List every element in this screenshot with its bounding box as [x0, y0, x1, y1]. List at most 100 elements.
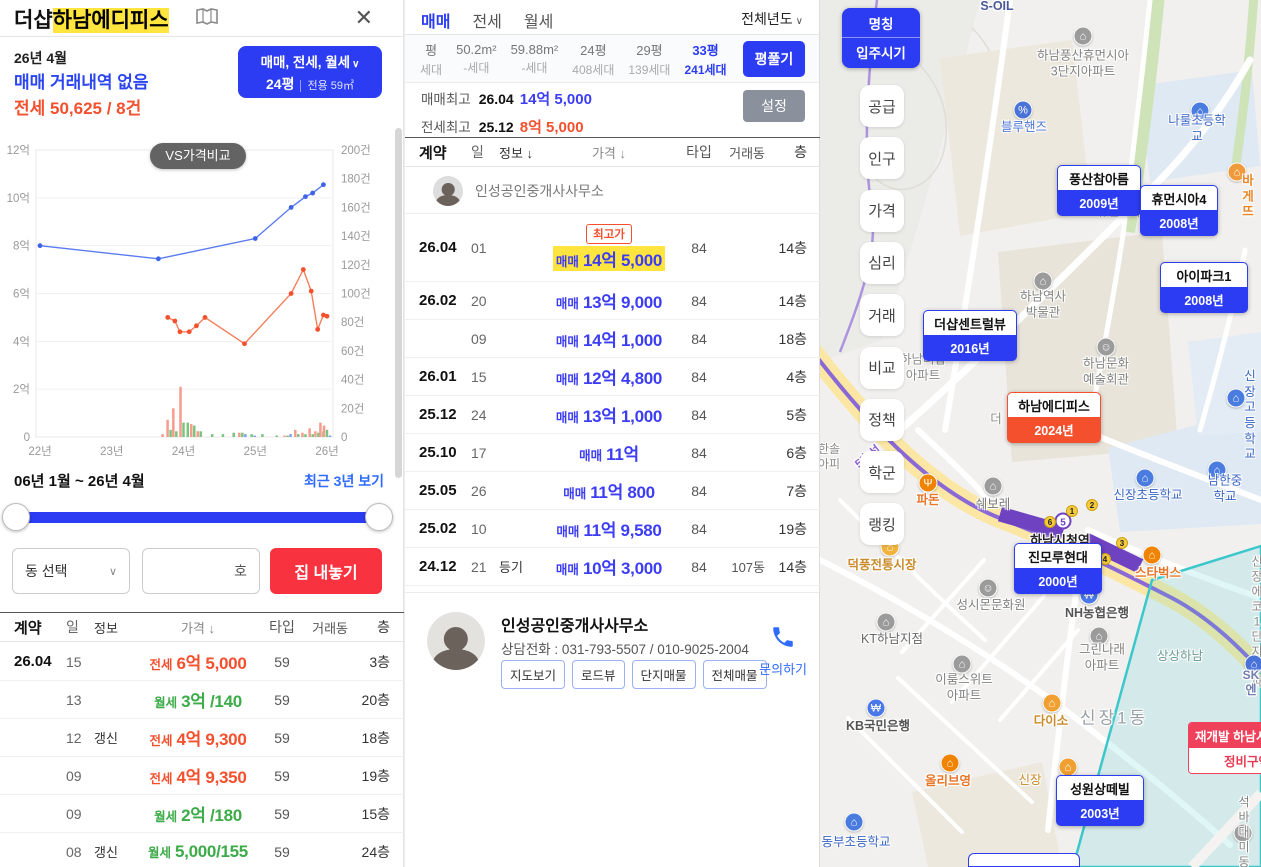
- year-filter-dropdown[interactable]: 전체년도 ∨: [741, 9, 803, 29]
- ho-input[interactable]: 호: [142, 548, 260, 594]
- svg-text:12억: 12억: [7, 144, 30, 157]
- agent-inline-row[interactable]: 인성공인중개사사무소: [405, 168, 821, 214]
- inquiry-button[interactable]: 문의하기: [759, 624, 807, 678]
- ho-suffix: 호: [234, 563, 247, 579]
- price-line: 전세 4억 9,350: [150, 763, 247, 788]
- table-row[interactable]: 25.10 17 매매 11억 84 6층: [405, 434, 821, 472]
- trade-type-selector[interactable]: 매매, 전세, 월세 ∨ 24평 전용 59㎡: [238, 46, 382, 98]
- agent-action-button[interactable]: 로드뷰: [572, 660, 625, 689]
- map-layer-button-공급[interactable]: 공급: [860, 85, 904, 127]
- slider-handle-start[interactable]: [2, 503, 30, 531]
- cell-price: 월세 5,000/155: [134, 842, 262, 862]
- dong-select[interactable]: 동 선택 ∨: [12, 548, 130, 594]
- slider-handle-end[interactable]: [365, 503, 393, 531]
- size-option-3[interactable]: 24평 408세대: [565, 40, 621, 78]
- cell-floor: 3층: [369, 653, 390, 670]
- settings-button[interactable]: 설정: [743, 90, 805, 122]
- price-line: 매매 14억 1,000: [556, 326, 662, 351]
- cell-area-type: 84: [691, 330, 707, 347]
- svg-text:6억: 6억: [13, 288, 30, 301]
- table-row[interactable]: 26.01 15 매매 12억 4,800 84 4층: [405, 358, 821, 396]
- list-home-button[interactable]: 집 내놓기: [270, 548, 382, 594]
- map-layer-button-랭킹[interactable]: 랭킹: [860, 503, 904, 546]
- deo-fragment: 더: [990, 412, 1002, 427]
- pyeong-expand-button[interactable]: 평풀기: [743, 41, 805, 77]
- complex-callout[interactable]: 아이파크1 2008년: [1160, 262, 1248, 313]
- table-row[interactable]: 25.12 24 매매 13억 1,000 84 5층: [405, 396, 821, 434]
- cell-day: 26: [471, 482, 487, 499]
- price-value: 11억 800: [590, 483, 655, 502]
- tab-매매[interactable]: 매매: [421, 8, 450, 32]
- left-panel-scrollbar[interactable]: [395, 128, 402, 478]
- agent-action-button[interactable]: 지도보기: [501, 660, 566, 689]
- map-layer-button-인구[interactable]: 인구: [860, 137, 904, 180]
- cell-price: 월세 3억 /140: [134, 687, 262, 712]
- price-history-chart[interactable]: 12억 10억 8억 6억 4억 2억 0 200건 180건 160건 140건 120건 100건 8…: [0, 140, 395, 470]
- column-header: 정보: [94, 620, 118, 636]
- table-row[interactable]: 26.04 15 전세 6억 5,000 59 3층: [0, 643, 404, 681]
- map-layer-button-심리[interactable]: 심리: [860, 241, 904, 284]
- table-row[interactable]: 08 갱신 월세 5,000/155 59 24층: [0, 833, 404, 867]
- table-row[interactable]: 26.02 20 매매 13억 9,000 84 14층: [405, 282, 821, 320]
- map-layer-button-학군[interactable]: 학군: [860, 451, 904, 494]
- agent-action-button[interactable]: 단지매물: [631, 660, 696, 689]
- size-top-label: 24평: [580, 42, 607, 58]
- cell-price: 최고가 매매 14억 5,000: [539, 224, 679, 271]
- partial-callout[interactable]: [968, 853, 1080, 867]
- size-option-0[interactable]: 평 세대: [413, 40, 449, 78]
- map-panel[interactable]: S-OIL⌂하남풍산휴먼시아 3단지아파트%블루핸즈⌂나룰초등학교휴먼시아⌂바게…: [820, 0, 1261, 867]
- chevron-down-icon: ∨: [352, 58, 360, 70]
- complex-callout[interactable]: 풍산참아름 2009년: [1057, 165, 1141, 216]
- callout-tail: [1066, 206, 1076, 224]
- complex-callout[interactable]: 더샵센트럴뷰 2016년: [923, 310, 1017, 361]
- table-row[interactable]: 24.12 21 등기 매매 10억 3,000 84 107동 14층: [405, 548, 821, 586]
- table-row[interactable]: 12 갱신 전세 4억 9,300 59 18층: [0, 719, 404, 757]
- iroom-sweet-apt: 이룸스위트 아파트: [935, 672, 993, 702]
- size-bottom-label: 241세대: [684, 62, 727, 77]
- table-row[interactable]: 09 월세 2억 /180 59 15층: [0, 795, 404, 833]
- recent-3y-link[interactable]: 최근 3년 보기: [304, 471, 384, 491]
- size-option-4[interactable]: 29평 139세대: [621, 40, 677, 78]
- chevron-down-icon: ∨: [795, 16, 803, 27]
- map-layer-button-가격[interactable]: 가격: [860, 189, 904, 232]
- agent-action-button[interactable]: 전체매물: [702, 660, 767, 689]
- compare-book-icon[interactable]: [196, 8, 218, 31]
- map-legend-callout: 명칭 입주시기: [842, 8, 920, 68]
- tab-월세[interactable]: 월세: [524, 8, 553, 32]
- table-row[interactable]: 09 매매 14억 1,000 84 18층: [405, 320, 821, 358]
- redevelopment-callout[interactable]: 재개발 하남시 정비구역: [1188, 722, 1261, 774]
- table-row[interactable]: 25.05 26 매매 11억 800 84 7층: [405, 472, 821, 510]
- map-layer-button-비교[interactable]: 비교: [860, 346, 904, 389]
- price-type-label: 매매: [555, 373, 579, 387]
- complex-callout[interactable]: 진모루현대 2000년: [1014, 543, 1102, 594]
- table-row[interactable]: 09 전세 4억 9,350 59 19층: [0, 757, 404, 795]
- slider-track[interactable]: [12, 512, 381, 523]
- tab-전세[interactable]: 전세: [472, 8, 501, 32]
- map-layer-button-거래[interactable]: 거래: [860, 294, 904, 337]
- price-line: 월세 2억 /180: [154, 801, 242, 826]
- kt-hanam: KT하남지점: [861, 632, 923, 647]
- size-top-label: 33평: [692, 42, 719, 58]
- date-range-slider[interactable]: [0, 500, 395, 534]
- close-icon[interactable]: ✕: [349, 4, 379, 32]
- svg-text:0: 0: [341, 432, 347, 444]
- daiso-icon: ⌂: [1042, 693, 1062, 713]
- size-option-2[interactable]: 59.88m² -세대: [504, 42, 566, 76]
- size-option-1[interactable]: 50.2m² -세대: [449, 42, 503, 76]
- cell-day: 13: [66, 691, 82, 708]
- vs-price-compare-button[interactable]: VS가격비교: [150, 143, 246, 169]
- svg-text:120건: 120건: [341, 259, 371, 272]
- size-option-5[interactable]: 33평 241세대: [677, 40, 733, 78]
- table-row[interactable]: 25.02 10 매매 11억 9,580 84 19층: [405, 510, 821, 548]
- complex-callout[interactable]: 휴먼시아4 2008년: [1140, 185, 1218, 236]
- seongsimon-center-icon: ☺: [978, 578, 998, 598]
- complex-callout[interactable]: 하남에디피스 2024년: [1007, 392, 1101, 443]
- table-row[interactable]: 13 월세 3억 /140 59 20층: [0, 681, 404, 719]
- callout-complex-name: 풍산참아름: [1057, 165, 1141, 190]
- table-row[interactable]: 26.04 01 최고가 매매 14억 5,000 84 14층: [405, 214, 821, 282]
- complex-callout[interactable]: 성원상떼빌 2003년: [1056, 775, 1144, 826]
- svg-text:80건: 80건: [341, 316, 364, 329]
- dongbu-elementary: 동부초등학교: [821, 835, 891, 850]
- chevron-down-icon: ∨: [108, 565, 117, 578]
- map-layer-button-정책[interactable]: 정책: [860, 398, 904, 441]
